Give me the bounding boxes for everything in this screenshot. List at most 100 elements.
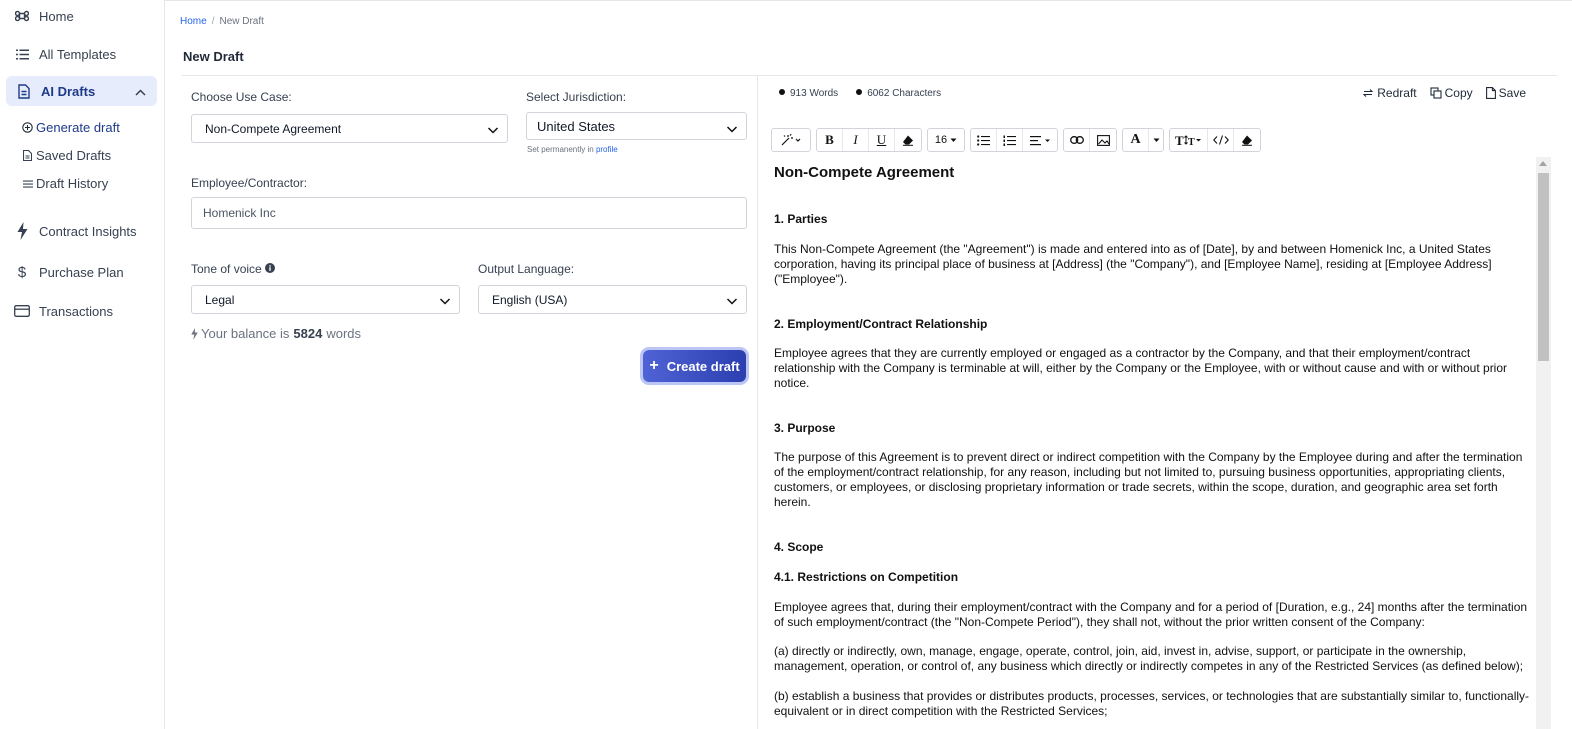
jurisdiction-hint: Set permanently in profile xyxy=(527,145,618,154)
breadcrumb: Home / New Draft xyxy=(180,16,264,27)
jurisdiction-label: Select Jurisdiction: xyxy=(526,90,627,104)
redraft-button[interactable]: Redraft xyxy=(1362,86,1417,100)
sidebar-item-contract-insights[interactable]: Contract Insights xyxy=(14,222,137,240)
image-button[interactable] xyxy=(1090,129,1116,151)
eraser-icon xyxy=(903,135,913,146)
numbered-list-button[interactable] xyxy=(997,129,1023,151)
numbered-list-icon xyxy=(1003,135,1016,146)
caret-down-icon xyxy=(950,138,957,142)
breadcrumb-home-link[interactable]: Home xyxy=(180,16,207,27)
font-size-value: 16 xyxy=(934,134,948,146)
underline-button[interactable]: U xyxy=(869,129,895,151)
chevron-down-icon xyxy=(439,295,451,305)
editor-scrollbar[interactable] xyxy=(1536,157,1551,729)
link-button[interactable] xyxy=(1064,129,1090,151)
bullet-list-icon xyxy=(977,134,990,146)
jurisdiction-hint-text: Set permanently in xyxy=(527,145,594,154)
breadcrumb-separator: / xyxy=(211,16,215,27)
editor-toolbar: B I U 16 A T T xyxy=(771,128,1266,152)
italic-button[interactable]: I xyxy=(843,129,869,151)
font-size-select[interactable]: 16 xyxy=(928,129,964,151)
panel-divider xyxy=(757,76,758,729)
redraft-label: Redraft xyxy=(1377,86,1417,100)
save-button[interactable]: Save xyxy=(1485,86,1526,100)
sidebar-item-ai-drafts[interactable]: AI Drafts xyxy=(6,76,157,106)
jurisdiction-select[interactable]: United States xyxy=(526,112,747,140)
link-icon xyxy=(1069,136,1084,144)
create-draft-button[interactable]: + Create draft xyxy=(643,350,746,382)
sidebar-subitem-generate-draft[interactable]: Generate draft xyxy=(22,120,120,135)
list-icon xyxy=(14,46,30,62)
character-count: 6062 Characters xyxy=(856,88,941,99)
tone-select[interactable]: Legal xyxy=(191,285,460,314)
text-style-button[interactable]: TT xyxy=(1170,129,1208,151)
sidebar-item-home[interactable]: Home xyxy=(14,8,74,24)
text-height-icon: TT xyxy=(1175,134,1201,146)
chevron-down-icon xyxy=(487,124,499,134)
file-icon xyxy=(1485,87,1496,99)
bold-button[interactable]: B xyxy=(817,129,843,151)
bullet-list-button[interactable] xyxy=(971,129,997,151)
document-section-4: 4. Scope xyxy=(774,540,1534,555)
document-subsection-4-1: 4.1. Restrictions on Competition xyxy=(774,570,1534,585)
document-section-3: 3. Purpose xyxy=(774,421,1534,436)
sidebar: Home All Templates AI Drafts Generate dr… xyxy=(0,0,165,729)
section-heading: 2. Employment/Contract Relationship xyxy=(774,317,988,331)
text-color-button[interactable]: A xyxy=(1123,129,1149,151)
code-view-button[interactable] xyxy=(1208,129,1234,151)
sidebar-subitem-saved-drafts[interactable]: Saved Drafts xyxy=(22,148,111,163)
document-section-2: 2. Employment/Contract Relationship xyxy=(774,317,1534,332)
copy-label: Copy xyxy=(1444,86,1473,100)
sidebar-item-transactions[interactable]: Transactions xyxy=(14,303,113,319)
tone-label: Tone of voice xyxy=(191,262,275,276)
use-case-select[interactable]: Non-Compete Agreement xyxy=(191,114,508,143)
sidebar-subitem-draft-history[interactable]: Draft History xyxy=(22,176,108,191)
text-color-dropdown[interactable] xyxy=(1149,129,1163,151)
scroll-up-arrow-icon[interactable] xyxy=(1539,161,1547,166)
language-value: English (USA) xyxy=(492,292,568,307)
caret-down-icon xyxy=(1153,138,1159,142)
use-case-value: Non-Compete Agreement xyxy=(205,121,342,136)
profile-link[interactable]: profile xyxy=(596,145,618,154)
sidebar-subitem-label: Draft History xyxy=(36,176,109,191)
top-border xyxy=(165,0,1572,1)
magic-wand-button[interactable] xyxy=(772,129,810,151)
balance-text: Your balance is 5824 words xyxy=(191,326,361,341)
employee-label: Employee/Contractor: xyxy=(191,176,308,190)
sidebar-item-purchase-plan[interactable]: $ Purchase Plan xyxy=(14,263,124,281)
section-paragraph: (b) establish a business that provides o… xyxy=(774,689,1530,718)
clear-format-button[interactable] xyxy=(895,129,921,151)
word-count-text: 913 Words xyxy=(790,88,839,99)
chevron-down-icon xyxy=(726,295,738,305)
sidebar-item-label: Home xyxy=(39,8,74,24)
subsection-heading: 4.1. Restrictions on Competition xyxy=(774,570,959,584)
word-count: 913 Words xyxy=(779,88,838,99)
document-content[interactable]: Non-Compete Agreement xyxy=(774,165,1534,180)
copy-button[interactable]: Copy xyxy=(1430,86,1473,100)
character-count-text: 6062 Characters xyxy=(867,88,942,99)
document-icon xyxy=(16,83,32,99)
eraser-button[interactable] xyxy=(1234,129,1260,151)
sidebar-item-all-templates[interactable]: All Templates xyxy=(14,46,116,62)
sidebar-subitem-label: Saved Drafts xyxy=(36,148,112,163)
section-paragraph: Employee agrees that they are currently … xyxy=(774,346,1508,390)
use-case-label: Choose Use Case: xyxy=(191,90,292,104)
section-heading: 4. Scope xyxy=(774,540,824,554)
balance-prefix: Your balance is xyxy=(201,326,290,341)
language-select[interactable]: English (USA) xyxy=(478,285,747,314)
info-icon[interactable] xyxy=(264,262,275,276)
tone-label-text: Tone of voice xyxy=(191,262,262,276)
toolbar-group-size: 16 xyxy=(927,128,965,152)
image-icon xyxy=(1096,134,1110,146)
employee-input[interactable]: Homenick Inc xyxy=(191,197,747,229)
scrollbar-thumb[interactable] xyxy=(1538,173,1549,361)
sidebar-subitem-label: Generate draft xyxy=(36,120,120,135)
page-title: New Draft xyxy=(183,49,244,64)
employee-value: Homenick Inc xyxy=(203,206,276,220)
sidebar-item-label: Transactions xyxy=(39,303,113,319)
chevron-up-icon[interactable] xyxy=(135,84,146,99)
plus-circle-icon xyxy=(22,122,33,133)
balance-suffix: words xyxy=(326,326,362,341)
align-button[interactable] xyxy=(1023,129,1057,151)
dollar-icon: $ xyxy=(17,263,27,281)
